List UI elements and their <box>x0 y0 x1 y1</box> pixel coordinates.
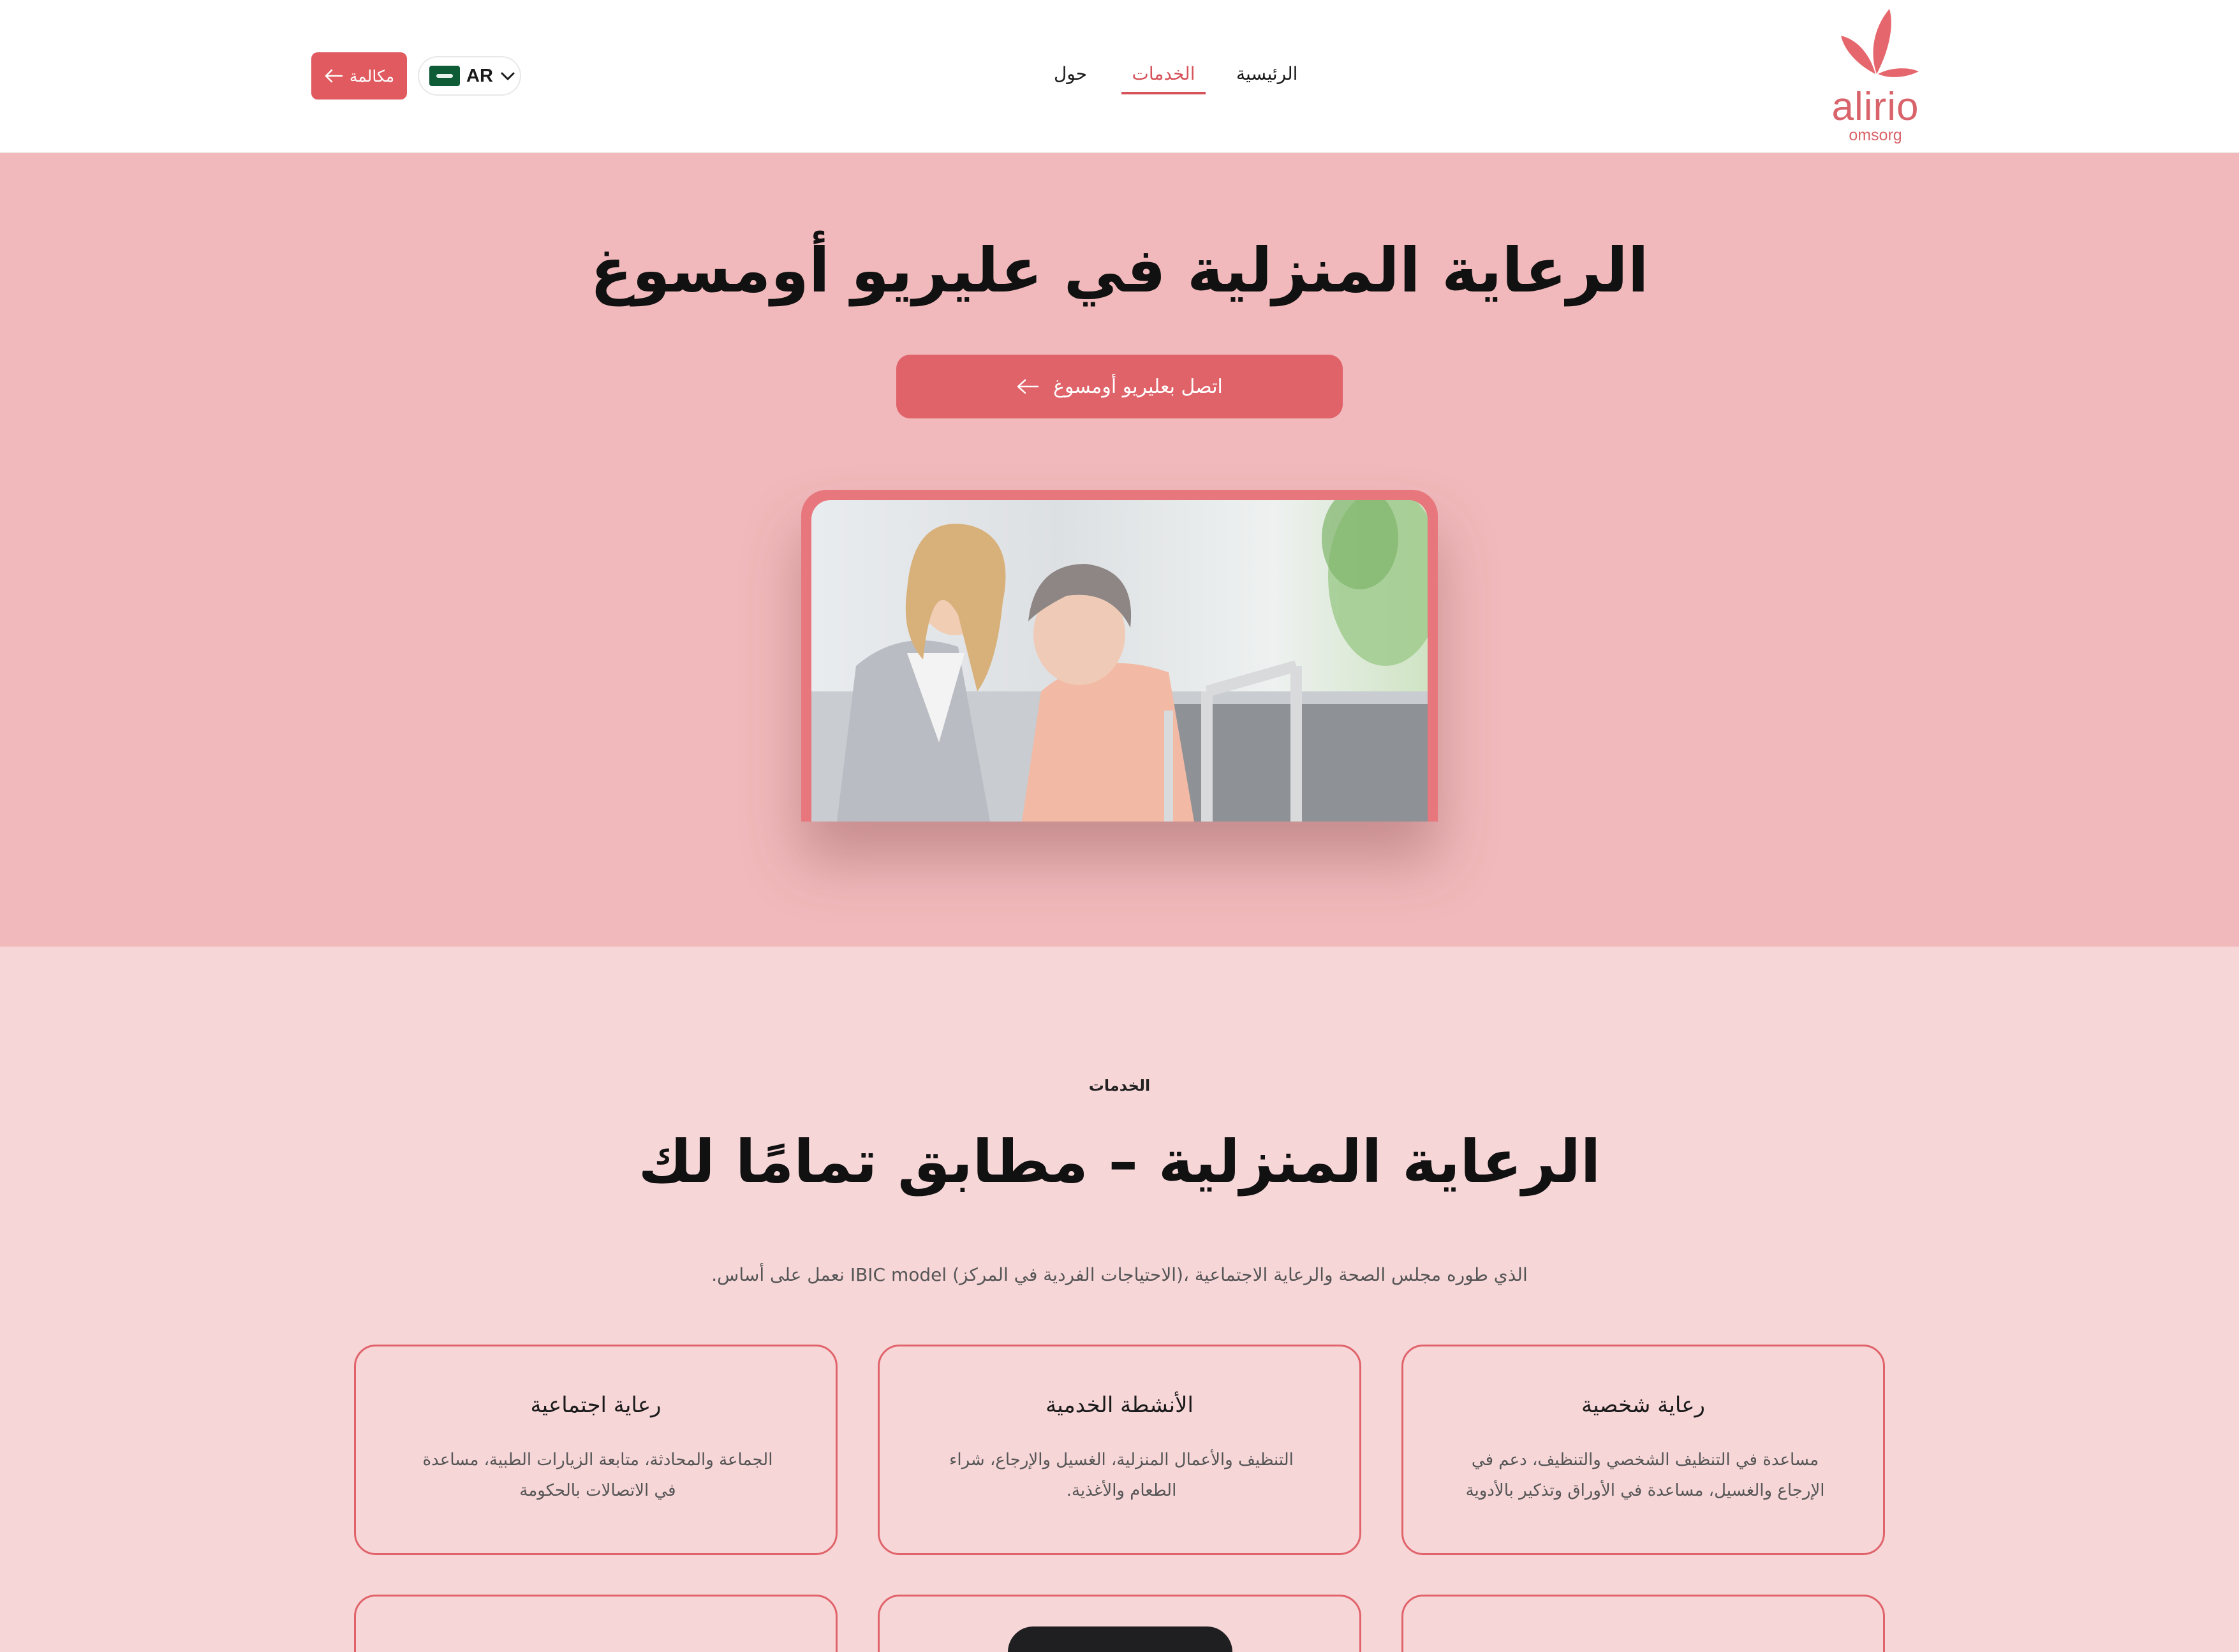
contact-button-label: اتصل بعليريو أومسوغ <box>1053 375 1223 398</box>
services-kicker: الخدمات <box>1088 1077 1151 1095</box>
logo-wordmark: alirio <box>1831 85 1919 129</box>
video-player-pill[interactable] <box>1008 1626 1232 1652</box>
nav-about[interactable]: حول <box>1051 59 1090 94</box>
language-code: AR <box>466 65 493 86</box>
arrow-left-icon <box>325 69 343 83</box>
service-card-personal-care[interactable]: رعاية شخصية مساعدة في التنظيف الشخصي وال… <box>1401 1345 1885 1555</box>
service-card-title: الأنشطة الخدمية <box>1046 1392 1193 1418</box>
arrow-left-icon <box>1017 379 1039 394</box>
nav-home[interactable]: الرئيسية <box>1236 59 1297 94</box>
service-card-title: رعاية اجتماعية <box>530 1392 661 1418</box>
caregiver-photo <box>811 500 1428 822</box>
service-card-title: رعاية شخصية <box>1581 1392 1705 1418</box>
contact-button[interactable]: اتصل بعليريو أومسوغ <box>896 355 1343 418</box>
call-button-label: مكالمة <box>349 66 395 85</box>
hero-photo-frame <box>801 490 1438 822</box>
butterfly-logo-icon <box>1841 9 1919 77</box>
logo-subtitle: omsorg <box>1849 126 1902 144</box>
site-header: مكالمة AR حول الخدمات الرئيسية alirio om… <box>0 0 2239 153</box>
call-button[interactable]: مكالمة <box>311 52 407 100</box>
brand-logo[interactable]: alirio omsorg <box>1824 8 1926 145</box>
services-description: الذي طوره مجلس الصحة والرعاية الاجتماعية… <box>711 1264 1528 1285</box>
service-card-text: مساعدة في التنظيف الشخصي والتنظيف، دعم ف… <box>1465 1450 1825 1500</box>
saudi-flag-icon <box>429 66 460 86</box>
service-card-service-activities[interactable]: الأنشطة الخدمية التنظيف والأعمال المنزلي… <box>878 1345 1361 1555</box>
services-title: الرعاية المنزلية – مطابق تمامًا لك <box>638 1128 1601 1196</box>
caregiver-illustration <box>811 500 1428 822</box>
nav-services[interactable]: الخدمات <box>1121 59 1206 94</box>
service-card-social-care[interactable]: رعاية اجتماعية الجماعة والمحادثة، متابعة… <box>354 1345 838 1555</box>
service-card-text: الجماعة والمحادثة، متابعة الزيارات الطبي… <box>422 1450 773 1500</box>
service-card-partial[interactable] <box>1401 1595 1885 1652</box>
chevron-down-icon <box>501 72 515 80</box>
service-card-text: التنظيف والأعمال المنزلية، الغسيل والإرج… <box>949 1450 1294 1500</box>
hero-title: الرعاية المنزلية في عليريو أومسوغ <box>590 235 1649 306</box>
language-selector[interactable]: AR <box>418 56 521 96</box>
hero-section: الرعاية المنزلية في عليريو أومسوغ اتصل ب… <box>0 153 2239 947</box>
service-card-partial[interactable] <box>354 1595 838 1652</box>
